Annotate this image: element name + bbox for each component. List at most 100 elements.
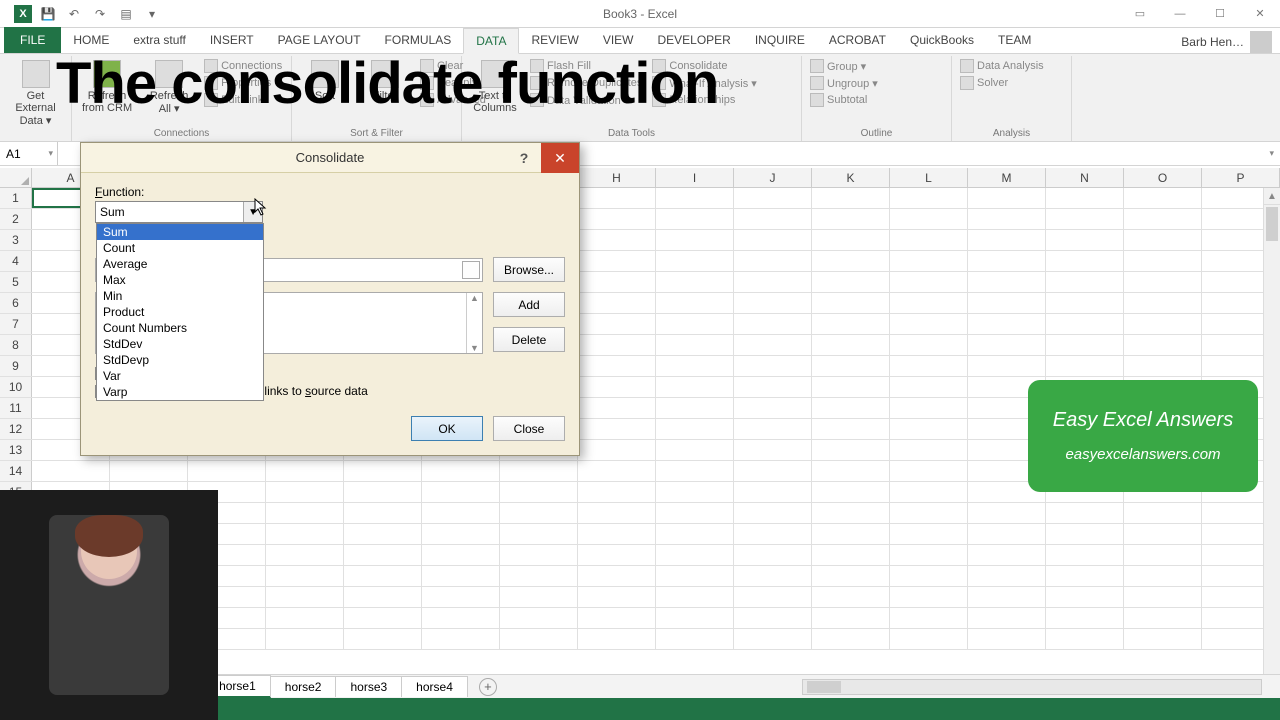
qat-undo-icon[interactable]: ↶	[64, 4, 84, 24]
qat-save-icon[interactable]: 💾	[38, 4, 58, 24]
cell[interactable]	[734, 461, 812, 481]
cell[interactable]	[812, 482, 890, 502]
cell[interactable]	[734, 272, 812, 292]
row-header[interactable]: 3	[0, 230, 32, 250]
cell[interactable]	[968, 230, 1046, 250]
dialog-close-icon[interactable]: ✕	[541, 143, 579, 173]
cell[interactable]	[344, 503, 422, 523]
cell[interactable]	[578, 419, 656, 439]
column-header[interactable]: O	[1124, 168, 1202, 187]
cell[interactable]	[578, 335, 656, 355]
cell[interactable]	[1124, 314, 1202, 334]
cell[interactable]	[1124, 545, 1202, 565]
cell[interactable]	[1124, 503, 1202, 523]
cell[interactable]	[1046, 293, 1124, 313]
cell[interactable]	[812, 377, 890, 397]
cell[interactable]	[968, 251, 1046, 271]
cell[interactable]	[890, 587, 968, 607]
cell[interactable]	[890, 482, 968, 502]
dialog-help-button[interactable]: ?	[509, 143, 539, 173]
cell[interactable]	[812, 398, 890, 418]
user-name[interactable]: Barb Hen…	[1181, 35, 1244, 49]
cell[interactable]	[1046, 545, 1124, 565]
cell[interactable]	[656, 251, 734, 271]
cell[interactable]	[656, 482, 734, 502]
cell[interactable]	[812, 566, 890, 586]
function-option-average[interactable]: Average	[97, 256, 263, 272]
row-header[interactable]: 12	[0, 419, 32, 439]
cell[interactable]	[656, 419, 734, 439]
cell[interactable]	[266, 524, 344, 544]
scroll-up-icon[interactable]: ▲	[1264, 188, 1280, 205]
cell[interactable]	[968, 272, 1046, 292]
cell[interactable]	[500, 503, 578, 523]
row-header[interactable]: 14	[0, 461, 32, 481]
tab-inquire[interactable]: INQUIRE	[743, 27, 817, 53]
subtotal-button[interactable]: Subtotal	[808, 92, 880, 108]
data-analysis-button[interactable]: Data Analysis	[958, 58, 1046, 74]
sheet-tab-horse3[interactable]: horse3	[335, 676, 402, 697]
cell[interactable]	[968, 188, 1046, 208]
cell[interactable]	[1046, 608, 1124, 628]
column-header[interactable]: J	[734, 168, 812, 187]
cell[interactable]	[734, 377, 812, 397]
cell[interactable]	[734, 608, 812, 628]
cell[interactable]	[968, 314, 1046, 334]
column-header[interactable]: L	[890, 168, 968, 187]
cell[interactable]	[1124, 608, 1202, 628]
cell[interactable]	[344, 482, 422, 502]
function-option-var[interactable]: Var	[97, 368, 263, 384]
function-option-count[interactable]: Count	[97, 240, 263, 256]
cell[interactable]	[734, 230, 812, 250]
solver-button[interactable]: Solver	[958, 75, 1046, 91]
cell[interactable]	[890, 503, 968, 523]
cell[interactable]	[734, 503, 812, 523]
cell[interactable]	[656, 209, 734, 229]
cell[interactable]	[1124, 188, 1202, 208]
sheet-tab-horse2[interactable]: horse2	[270, 676, 337, 697]
cell[interactable]	[656, 335, 734, 355]
cell[interactable]	[578, 314, 656, 334]
cell[interactable]	[578, 545, 656, 565]
cell[interactable]	[1046, 503, 1124, 523]
cell[interactable]	[890, 251, 968, 271]
cell[interactable]	[578, 524, 656, 544]
cell[interactable]	[344, 461, 422, 481]
ribbon-options-icon[interactable]: ▭	[1120, 0, 1160, 28]
cell[interactable]	[812, 461, 890, 481]
cell[interactable]	[500, 566, 578, 586]
horizontal-scrollbar[interactable]	[802, 679, 1262, 695]
tab-quickbooks[interactable]: QuickBooks	[898, 27, 986, 53]
cell[interactable]	[344, 608, 422, 628]
cell[interactable]	[812, 272, 890, 292]
cell[interactable]	[656, 230, 734, 250]
cell[interactable]	[656, 356, 734, 376]
cell[interactable]	[500, 608, 578, 628]
cell[interactable]	[656, 503, 734, 523]
cell[interactable]	[812, 524, 890, 544]
cell[interactable]	[500, 461, 578, 481]
cell[interactable]	[344, 587, 422, 607]
cell[interactable]	[422, 482, 500, 502]
group-button[interactable]: Group ▾	[808, 58, 880, 74]
ungroup-button[interactable]: Ungroup ▾	[808, 75, 880, 91]
cell[interactable]	[734, 188, 812, 208]
cell[interactable]	[812, 209, 890, 229]
cell[interactable]	[656, 524, 734, 544]
close-window-icon[interactable]: ✕	[1240, 0, 1280, 28]
cell[interactable]	[656, 461, 734, 481]
cell[interactable]	[812, 251, 890, 271]
cell[interactable]	[812, 335, 890, 355]
sheet-tab-horse4[interactable]: horse4	[401, 676, 468, 697]
cell[interactable]	[422, 545, 500, 565]
cell[interactable]	[422, 461, 500, 481]
cell[interactable]	[812, 608, 890, 628]
cell[interactable]	[734, 524, 812, 544]
row-header[interactable]: 11	[0, 398, 32, 418]
maximize-icon[interactable]: ☐	[1200, 0, 1240, 28]
cell[interactable]	[1046, 524, 1124, 544]
cell[interactable]	[422, 503, 500, 523]
cell[interactable]	[266, 545, 344, 565]
cell[interactable]	[344, 629, 422, 649]
tab-team[interactable]: TEAM	[986, 27, 1043, 53]
